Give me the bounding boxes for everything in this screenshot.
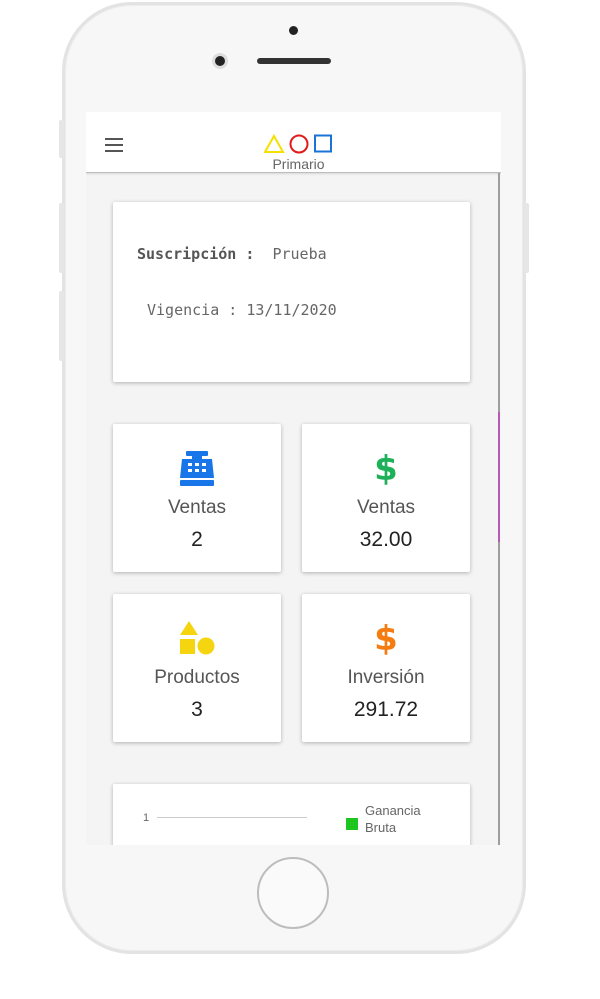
legend-label: Ganancia Bruta xyxy=(365,803,421,835)
earpiece-speaker xyxy=(257,58,331,64)
stat-value: 3 xyxy=(191,698,203,721)
stat-card-sales-amount[interactable]: $ Ventas 32.00 xyxy=(302,424,470,572)
validity-row: Vigencia : 13/11/2020 xyxy=(147,301,337,319)
subscription-row: Suscripción : Prueba xyxy=(137,245,327,263)
cash-register-icon xyxy=(180,451,214,486)
proximity-sensor xyxy=(289,26,298,35)
stat-card-investment[interactable]: $ Inversión 291.72 xyxy=(302,594,470,742)
app-bar: Primario xyxy=(86,112,501,173)
volume-down-button xyxy=(59,291,64,361)
stat-value: 2 xyxy=(191,528,203,551)
chart-gridline xyxy=(157,817,307,818)
stat-value: 291.72 xyxy=(353,698,419,721)
subscription-card: Suscripción : Prueba Vigencia : 13/11/20… xyxy=(113,202,470,382)
validity-value: 13/11/2020 xyxy=(246,301,337,319)
dollar-icon: $ xyxy=(374,619,398,659)
stat-value: 32.00 xyxy=(359,528,413,551)
stat-label: Inversión xyxy=(347,667,425,688)
stat-card-products[interactable]: Productos 3 xyxy=(113,594,281,742)
scrollbar-thumb[interactable] xyxy=(498,412,500,542)
dollar-icon: $ xyxy=(374,449,398,489)
subscription-label: Suscripción : xyxy=(137,245,255,263)
y-tick-label: 1 xyxy=(143,812,150,824)
app-screen: Primario Suscripción : Prueba Vigencia :… xyxy=(86,112,501,845)
hamburger-menu-icon[interactable] xyxy=(105,138,123,152)
subscription-value: Prueba xyxy=(272,245,327,263)
app-logo xyxy=(264,134,332,154)
stat-label: Productos xyxy=(154,667,240,688)
app-title: Primario xyxy=(272,156,325,172)
power-button xyxy=(524,203,529,273)
front-camera xyxy=(212,53,228,69)
validity-label: Vigencia : xyxy=(147,301,238,319)
volume-up-button xyxy=(59,203,64,273)
stat-card-sales-count[interactable]: Ventas 2 xyxy=(113,424,281,572)
shapes-icon xyxy=(180,621,215,655)
home-button[interactable] xyxy=(257,857,329,929)
legend-swatch xyxy=(346,818,358,830)
stat-label: Ventas xyxy=(356,497,416,518)
gross-profit-chart: 1 Ganancia Bruta xyxy=(113,784,470,845)
mute-switch xyxy=(59,120,64,158)
stat-label: Ventas xyxy=(167,497,227,518)
